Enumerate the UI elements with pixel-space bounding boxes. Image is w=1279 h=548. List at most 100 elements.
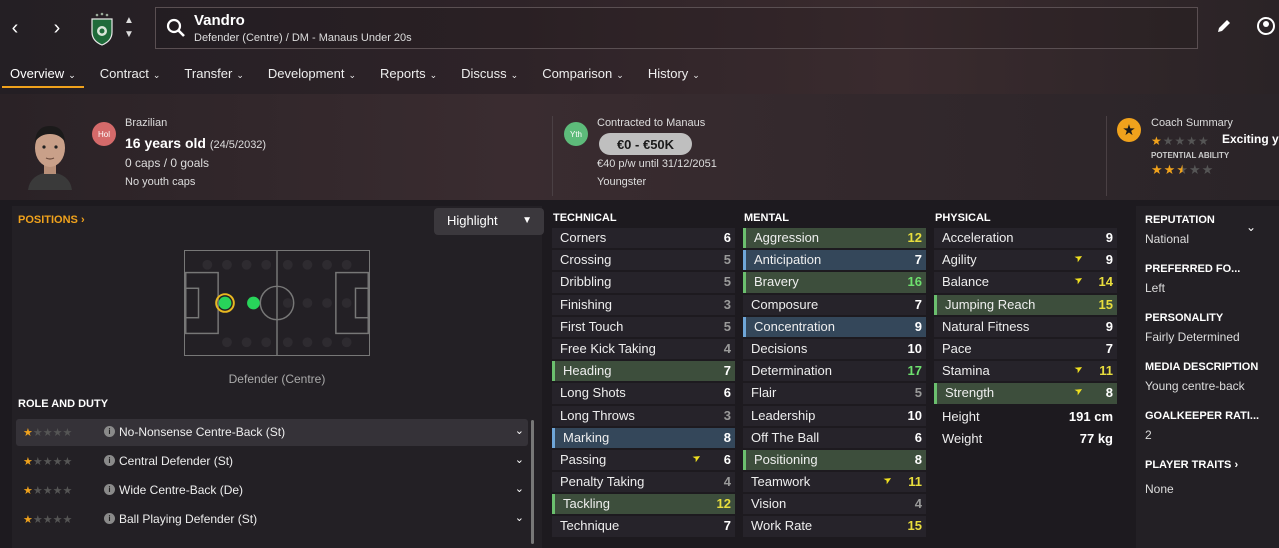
role-row[interactable]: ★★★★★ i No-Nonsense Centre-Back (St) ⌄ [16, 419, 528, 446]
globe-icon[interactable] [1256, 16, 1276, 36]
nationality-badge[interactable]: Hol [92, 122, 116, 146]
attribute-row[interactable]: Crossing 5 [552, 250, 735, 271]
attribute-row[interactable]: Free Kick Taking 4 [552, 338, 735, 360]
search-icon [166, 18, 185, 37]
attribute-row[interactable]: Flair 5 [743, 383, 926, 404]
attribute-row[interactable]: Jumping Reach 15 [934, 294, 1117, 315]
info-icon: i [104, 513, 115, 524]
club-crest-icon[interactable] [88, 12, 116, 46]
role-row[interactable]: ★★★★★ i Ball Playing Defender (St) ⌄ [16, 506, 528, 533]
attribute-value: 12 [716, 496, 731, 512]
forward-arrow-icon[interactable]: › [44, 14, 70, 42]
attribute-row[interactable]: Bravery 16 [743, 272, 926, 293]
attribute-name: Concentration [754, 318, 835, 334]
attribute-row[interactable]: Penalty Taking 4 [552, 472, 735, 493]
attribute-name: Passing [560, 451, 607, 467]
attribute-row[interactable]: Composure 7 [743, 294, 926, 315]
role-row[interactable]: ★★★★★ i Central Defender (St) ⌄ [16, 448, 528, 475]
attribute-row[interactable]: Vision 4 [743, 494, 926, 515]
attribute-row[interactable]: First Touch 5 [552, 316, 735, 337]
attribute-row[interactable]: Agility ➤ 9 [934, 250, 1117, 271]
attribute-row[interactable]: Corners 6 [552, 228, 735, 249]
attribute-value: 5 [723, 252, 731, 268]
trend-arrow-icon: ➤ [881, 473, 895, 488]
attribute-row[interactable]: Long Shots 6 [552, 383, 735, 404]
attribute-row[interactable]: Aggression 12 [743, 228, 926, 249]
position-label: Defender (Centre) [228, 372, 326, 386]
attribute-row[interactable]: Marking 8 [552, 427, 735, 448]
attribute-name: Teamwork [751, 474, 811, 490]
positions-link[interactable]: POSITIONS › [18, 214, 85, 226]
attribute-name: Technique [560, 518, 620, 534]
back-arrow-icon[interactable]: ‹ [2, 14, 28, 42]
tab-reports[interactable]: Reports ⌄ [370, 60, 447, 88]
attribute-row[interactable]: Long Throws 3 [552, 405, 735, 426]
mental-title: MENTAL [744, 212, 790, 224]
attribute-value: 15 [907, 518, 922, 534]
attribute-value: 3 [723, 296, 731, 312]
tab-comparison[interactable]: Comparison ⌄ [532, 60, 634, 88]
attribute-value: 9 [1105, 230, 1113, 245]
player-header: Hol Brazilian 16 years old (24/5/2032) 0… [0, 94, 1279, 200]
attribute-value: 6 [723, 385, 731, 401]
accomplished-position-marker [247, 296, 260, 310]
reputation-value: National [1145, 232, 1190, 246]
attribute-value: 6 [723, 230, 731, 245]
attribute-value: 9 [1105, 318, 1113, 334]
chevron-down-icon[interactable]: ⌄ [1246, 220, 1256, 234]
player-switch-arrows[interactable]: ▲ ▼ [124, 14, 134, 42]
current-ability-stars: ★★★★★ [1151, 134, 1210, 148]
attribute-row[interactable]: Balance ➤ 14 [934, 272, 1117, 293]
attribute-row[interactable]: Dribbling 5 [552, 272, 735, 293]
attribute-row[interactable]: Pace 7 [934, 338, 1117, 360]
attribute-row[interactable]: Strength ➤ 8 [934, 383, 1117, 404]
star-icon: ★ [1117, 118, 1141, 142]
attribute-row[interactable]: Tackling 12 [552, 494, 735, 515]
tab-history[interactable]: History ⌄ [638, 60, 710, 88]
tab-overview[interactable]: Overview ⌄ [0, 60, 86, 88]
attribute-row[interactable]: Acceleration 9 [934, 228, 1117, 249]
attribute-row[interactable]: Determination 17 [743, 361, 926, 382]
highlight-dropdown[interactable]: Highlight ▼ [434, 208, 544, 235]
attribute-name: Penalty Taking [560, 474, 645, 490]
attribute-row[interactable]: Decisions 10 [743, 338, 926, 360]
goalkeeper-rating-value: 2 [1145, 428, 1152, 442]
transfer-value[interactable]: €0 - €50K [599, 133, 692, 155]
attribute-row[interactable]: Stamina ➤ 11 [934, 361, 1117, 382]
attribute-value: 6 [723, 451, 731, 467]
media-description-value: Young centre-back [1145, 379, 1245, 393]
contract-type: Youngster [597, 176, 647, 188]
role-row[interactable]: ★★★★★ i Wide Centre-Back (De) ⌄ [16, 477, 528, 504]
player-search-box[interactable]: Vandro Defender (Centre) / DM - Manaus U… [155, 7, 1198, 49]
tab-discuss[interactable]: Discuss ⌄ [451, 60, 528, 88]
attribute-row[interactable]: Off The Ball 6 [743, 427, 926, 448]
attribute-name: Dribbling [560, 274, 612, 290]
chevron-down-icon: ⌄ [68, 70, 76, 80]
attribute-row[interactable]: Leadership 10 [743, 405, 926, 426]
tab-transfer[interactable]: Transfer ⌄ [174, 60, 253, 88]
attribute-row[interactable]: Concentration 9 [743, 316, 926, 337]
tab-contract[interactable]: Contract ⌄ [90, 60, 171, 88]
scrollbar[interactable] [531, 420, 534, 544]
mental-column: MENTAL Aggression 12 Anticipation 7 Bravery 1… [743, 212, 926, 539]
player-avatar [28, 126, 72, 190]
player-name: Vandro [194, 12, 245, 29]
attribute-name: Jumping Reach [945, 296, 1036, 312]
attribute-name: Corners [560, 230, 607, 245]
player-traits-link[interactable]: PLAYER TRAITS › [1145, 459, 1238, 471]
edit-icon[interactable] [1216, 18, 1232, 34]
attribute-row[interactable]: Finishing 3 [552, 294, 735, 315]
attribute-row[interactable]: Work Rate 15 [743, 516, 926, 537]
attribute-row[interactable]: Positioning 8 [743, 449, 926, 471]
attribute-row[interactable]: Natural Fitness 9 [934, 316, 1117, 337]
attribute-value: 7 [723, 363, 731, 379]
chevron-down-icon: ▼ [522, 215, 532, 226]
chevron-down-icon: ⌄ [152, 70, 161, 80]
role-stars: ★★★★★ [23, 485, 73, 497]
attribute-row[interactable]: Heading 7 [552, 361, 735, 382]
tab-development[interactable]: Development ⌄ [258, 60, 366, 88]
attribute-row[interactable]: Teamwork ➤ 11 [743, 472, 926, 493]
attribute-row[interactable]: Technique 7 [552, 516, 735, 537]
attribute-row[interactable]: Passing ➤ 6 [552, 449, 735, 471]
attribute-row[interactable]: Anticipation 7 [743, 250, 926, 271]
